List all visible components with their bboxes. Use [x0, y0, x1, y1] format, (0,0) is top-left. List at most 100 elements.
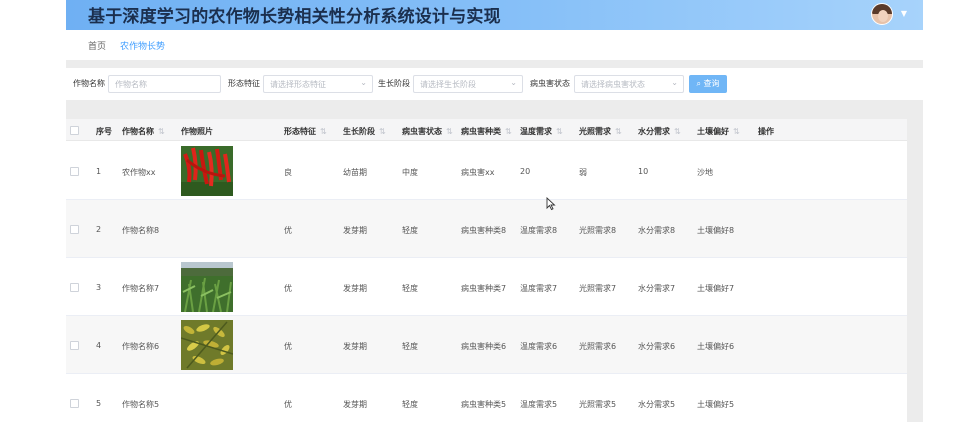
col-pest-label: 病虫害状态 [402, 127, 442, 136]
sort-icon: ⇅ [615, 127, 622, 136]
chevron-down-icon[interactable]: ▼ [901, 9, 907, 18]
cell-stage: 发芽期 [343, 226, 367, 235]
cell-pest: 轻度 [402, 400, 418, 409]
col-water[interactable]: 水分需求 ⇅ [638, 126, 681, 137]
crop-photo-broken[interactable] [181, 202, 233, 206]
cell-stage: 发芽期 [343, 400, 367, 409]
sort-icon: ⇅ [158, 127, 165, 136]
user-avatar[interactable] [871, 3, 893, 25]
cell-no: 4 [96, 341, 102, 350]
col-name[interactable]: 作物名称 ⇅ [122, 126, 165, 137]
crop-photo-broken[interactable] [181, 376, 233, 379]
row-checkbox[interactable] [70, 225, 79, 234]
cell-water: 10 [638, 167, 649, 176]
cell-no: 3 [96, 283, 102, 292]
col-stage[interactable]: 生长阶段 ⇅ [343, 126, 386, 137]
sort-icon: ⇅ [379, 127, 386, 136]
cell-stage: 发芽期 [343, 284, 367, 293]
cell-temp: 20 [520, 167, 531, 176]
cell-pest-type: 病虫害种类8 [461, 226, 507, 235]
sort-icon: ⇅ [505, 127, 512, 136]
pest-status-select[interactable]: 请选择病虫害状态 ⌄ [574, 75, 684, 93]
col-actions: 操作 [758, 127, 774, 136]
sort-icon: ⇅ [320, 127, 327, 136]
table-row[interactable]: 5 作物名称5 优 发芽期 轻度 病虫害种类5 温度需求5 光照需求5 水分需求… [66, 374, 907, 422]
cell-stage: 幼苗期 [343, 168, 367, 177]
search-icon: ⌕ [696, 79, 704, 88]
row-checkbox[interactable] [70, 283, 79, 292]
cell-light: 光照需求8 [579, 226, 617, 235]
sort-icon: ⇅ [446, 127, 453, 136]
col-name-label: 作物名称 [122, 127, 154, 136]
cell-water: 水分需求7 [638, 284, 676, 293]
cell-temp: 温度需求7 [520, 284, 558, 293]
growth-stage-select[interactable]: 请选择生长阶段 ⌄ [413, 75, 523, 93]
cell-light: 弱 [579, 168, 587, 177]
col-water-label: 水分需求 [638, 127, 670, 136]
cell-water: 水分需求6 [638, 342, 676, 351]
cell-light: 光照需求6 [579, 342, 617, 351]
cell-no: 2 [96, 225, 102, 234]
table-row[interactable]: 2 作物名称8 优 发芽期 轻度 病虫害种类8 温度需求8 光照需求8 水分需求… [66, 200, 907, 258]
col-shape-label: 形态特征 [284, 127, 316, 136]
col-pest-type-label: 病虫害种类 [461, 127, 501, 136]
col-light-label: 光照需求 [579, 127, 611, 136]
cell-shape: 优 [284, 284, 292, 293]
col-pest[interactable]: 病虫害状态 ⇅ [402, 126, 453, 137]
pest-status-placeholder: 请选择病虫害状态 [581, 80, 645, 89]
table-row[interactable]: 4 作物名称6 优 发芽期 轻度 病虫害种类6 温度需求6 光照需求6 水分需求… [66, 316, 907, 374]
col-photo: 作物照片 [181, 127, 213, 136]
col-light[interactable]: 光照需求 ⇅ [579, 126, 622, 137]
pest-status-label: 病虫害状态 [530, 79, 570, 88]
corn-field-image [181, 262, 233, 312]
cell-water: 水分需求5 [638, 400, 676, 409]
query-button-label: 查询 [703, 79, 720, 88]
cell-temp: 温度需求6 [520, 342, 558, 351]
col-pest-type[interactable]: 病虫害种类 ⇅ [461, 126, 512, 137]
col-soil[interactable]: 土壤偏好 ⇅ [697, 126, 740, 137]
cell-pest-type: 病虫害种类5 [461, 400, 507, 409]
table-row[interactable]: 1 农作物xx 良 幼苗期 中度 病虫害xx 20 弱 10 沙地 [66, 142, 907, 200]
cell-temp: 温度需求5 [520, 400, 558, 409]
crop-photo-soybean[interactable] [181, 320, 233, 370]
table-row[interactable]: 3 作物名称7 优 发芽期 轻度 病虫害种类7 温度需求7 光照需求7 水分需求… [66, 258, 907, 316]
cell-name: 作物名称7 [122, 284, 160, 293]
crop-photo-chili[interactable] [181, 146, 233, 196]
header-bar: 基于深度学习的农作物长势相关性分析系统设计与实现 ▼ [66, 0, 923, 30]
row-checkbox[interactable] [70, 167, 79, 176]
cell-water: 水分需求8 [638, 226, 676, 235]
cell-name: 作物名称5 [122, 400, 160, 409]
crop-photo-corn[interactable] [181, 262, 233, 312]
cell-shape: 优 [284, 400, 292, 409]
cell-shape: 良 [284, 168, 292, 177]
shape-feature-select[interactable]: 请选择形态特征 ⌄ [263, 75, 373, 93]
cell-pest-type: 病虫害种类7 [461, 284, 507, 293]
col-temp[interactable]: 温度需求 ⇅ [520, 126, 563, 137]
cell-no: 5 [96, 399, 102, 408]
select-all-checkbox[interactable] [70, 126, 79, 135]
avatar-face [878, 10, 888, 22]
cell-pest: 轻度 [402, 226, 418, 235]
mouse-cursor-icon [546, 197, 556, 211]
query-button[interactable]: ⌕ 查询 [689, 75, 727, 93]
tab-crop-growth[interactable]: 农作物长势 [120, 39, 165, 52]
row-checkbox[interactable] [70, 341, 79, 350]
cell-pest: 轻度 [402, 284, 418, 293]
col-shape[interactable]: 形态特征 ⇅ [284, 126, 327, 137]
cell-soil: 土壤偏好8 [697, 226, 735, 235]
crop-table: 序号 作物名称 ⇅ 作物照片 形态特征 ⇅ 生长阶段 ⇅ 病虫害状态 ⇅ 病虫害种类 ⇅ … [66, 119, 907, 422]
tab-home[interactable]: 首页 [88, 39, 106, 52]
cell-name: 作物名称8 [122, 226, 160, 235]
sort-icon: ⇅ [556, 127, 563, 136]
crop-name-input[interactable]: 作物名称 [108, 75, 221, 93]
col-soil-label: 土壤偏好 [697, 127, 729, 136]
cell-temp: 温度需求8 [520, 226, 558, 235]
shape-feature-placeholder: 请选择形态特征 [270, 80, 326, 89]
cell-shape: 优 [284, 226, 292, 235]
table-header: 序号 作物名称 ⇅ 作物照片 形态特征 ⇅ 生长阶段 ⇅ 病虫害状态 ⇅ 病虫害种类 ⇅ … [66, 119, 907, 141]
chevron-down-icon: ⌄ [671, 78, 678, 87]
cell-name: 农作物xx [122, 168, 156, 177]
row-checkbox[interactable] [70, 399, 79, 408]
col-temp-label: 温度需求 [520, 127, 552, 136]
chevron-down-icon: ⌄ [360, 78, 367, 87]
